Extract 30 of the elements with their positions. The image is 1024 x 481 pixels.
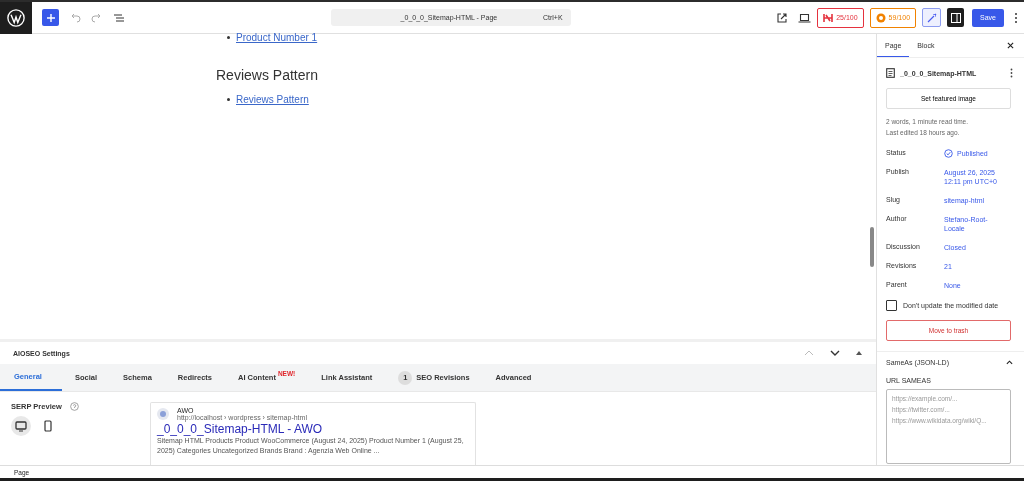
gauge-icon: [875, 12, 886, 23]
list-link[interactable]: Product Number 1: [236, 31, 318, 43]
list-link[interactable]: Reviews Pattern: [236, 93, 309, 105]
close-icon[interactable]: [1007, 42, 1014, 49]
more-options-icon[interactable]: [1010, 68, 1013, 78]
monitor-icon: [15, 420, 27, 432]
sidebar-icon: [950, 12, 961, 23]
scrollbar-thumb[interactable]: [870, 227, 874, 267]
caret-up-icon[interactable]: [856, 351, 862, 355]
desktop-preview-button[interactable]: [11, 416, 31, 436]
bullet-icon: [227, 97, 230, 101]
section-heading: Reviews Pattern: [216, 67, 319, 83]
add-block-button[interactable]: [42, 9, 59, 26]
chevron-down-icon[interactable]: [830, 350, 840, 356]
list-view-icon[interactable]: [113, 12, 125, 23]
plus-icon: [45, 12, 56, 23]
laptop-icon[interactable]: [798, 12, 812, 23]
checkbox[interactable]: [886, 300, 897, 311]
bullet-icon: [227, 35, 230, 39]
settings-sidebar-button[interactable]: [947, 8, 965, 27]
phone-icon: [44, 420, 52, 432]
magic-wand-icon: [926, 12, 937, 23]
result-title[interactable]: _0_0_0_Sitemap-HTML - AWO: [157, 422, 469, 436]
page-icon: [886, 68, 895, 78]
ai-button[interactable]: [922, 8, 942, 27]
chevron-up-icon[interactable]: [1006, 360, 1013, 365]
headline-icon: [823, 12, 834, 23]
more-options-icon[interactable]: [1014, 11, 1018, 24]
check-circle-icon: [944, 149, 953, 158]
external-link-icon[interactable]: [776, 11, 789, 24]
